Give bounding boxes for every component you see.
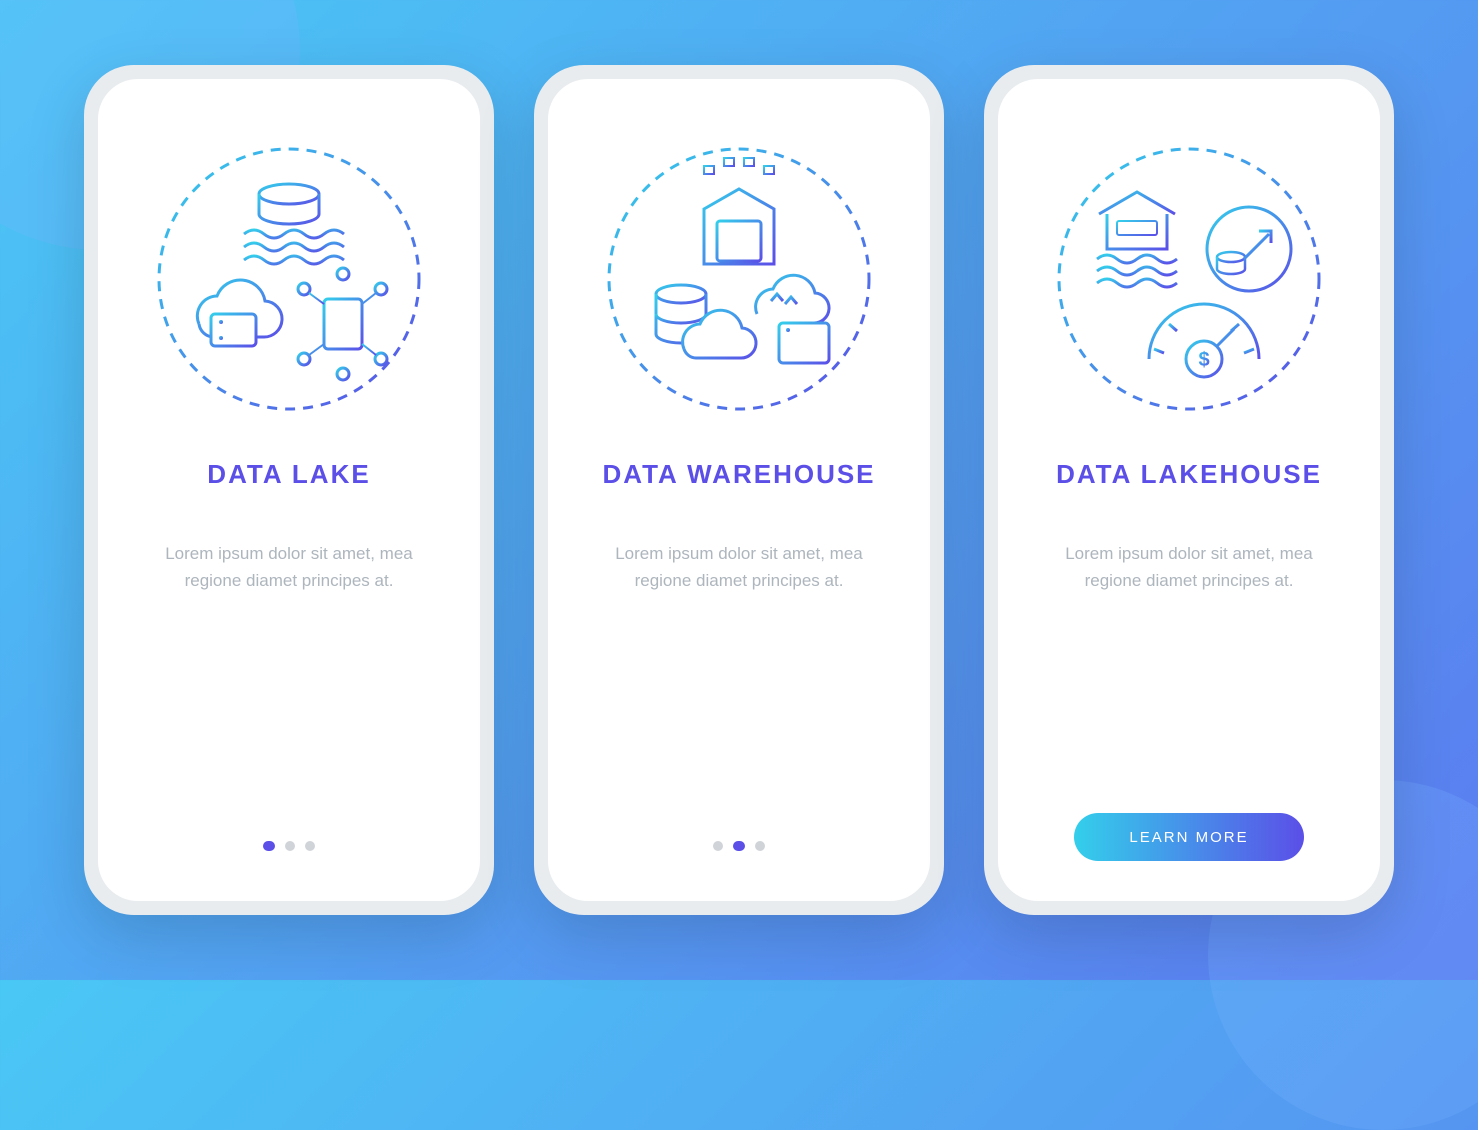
- pagination-dots: [263, 841, 315, 861]
- pagination-dot[interactable]: [305, 841, 315, 851]
- screen-title: DATA WAREHOUSE: [602, 459, 875, 490]
- pagination-dot[interactable]: [733, 841, 745, 851]
- phone-mockup: $ DATA LAKEHOUSE Lorem ipsum dolor sit a…: [984, 65, 1394, 915]
- pagination-dots: [713, 841, 765, 861]
- phone-mockup: DATA WAREHOUSE Lorem ipsum dolor sit ame…: [534, 65, 944, 915]
- learn-more-button[interactable]: LEARN MORE: [1074, 813, 1304, 861]
- svg-text:$: $: [1198, 349, 1209, 371]
- onboarding-carousel: DATA LAKE Lorem ipsum dolor sit amet, me…: [84, 65, 1394, 915]
- screen-description: Lorem ipsum dolor sit amet, mea regione …: [1039, 540, 1339, 813]
- pagination-dot[interactable]: [285, 841, 295, 851]
- data-warehouse-icon: [599, 139, 879, 419]
- screen-title: DATA LAKEHOUSE: [1056, 459, 1322, 490]
- screen-description: Lorem ipsum dolor sit amet, mea regione …: [589, 540, 889, 841]
- onboarding-screen-data-warehouse[interactable]: DATA WAREHOUSE Lorem ipsum dolor sit ame…: [548, 79, 930, 901]
- phone-mockup: DATA LAKE Lorem ipsum dolor sit amet, me…: [84, 65, 494, 915]
- screen-description: Lorem ipsum dolor sit amet, mea regione …: [139, 540, 439, 841]
- pagination-dot[interactable]: [263, 841, 275, 851]
- pagination-dot[interactable]: [755, 841, 765, 851]
- onboarding-screen-data-lake[interactable]: DATA LAKE Lorem ipsum dolor sit amet, me…: [98, 79, 480, 901]
- data-lakehouse-icon: $: [1049, 139, 1329, 419]
- data-lake-icon: [149, 139, 429, 419]
- pagination-dot[interactable]: [713, 841, 723, 851]
- onboarding-screen-data-lakehouse[interactable]: $ DATA LAKEHOUSE Lorem ipsum dolor sit a…: [998, 79, 1380, 901]
- screen-title: DATA LAKE: [207, 459, 370, 490]
